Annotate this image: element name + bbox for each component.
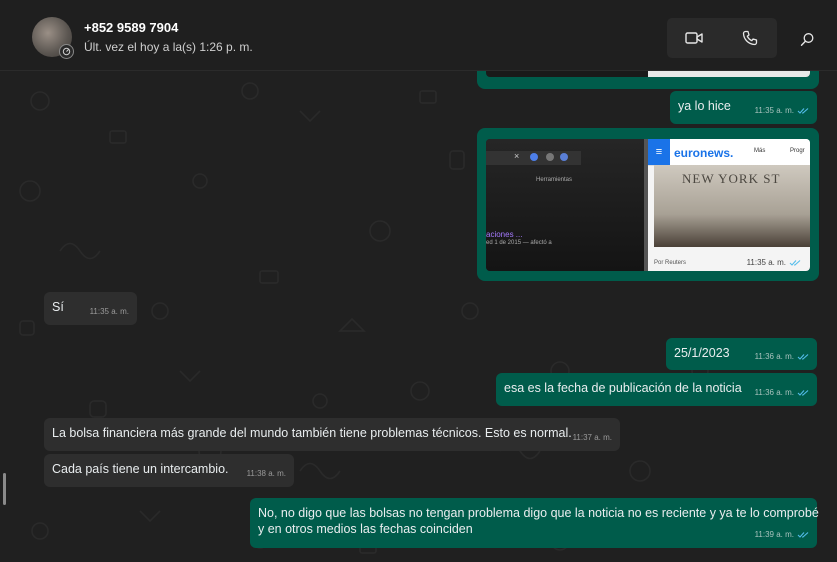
chat-header: +852 9589 7904 Últ. vez el hoy a la(s) 1…: [0, 0, 837, 71]
message-time: 11:39 a. m.: [754, 530, 794, 539]
phone-call-icon: [742, 30, 758, 46]
message-time: 11:35 a. m.: [89, 307, 129, 316]
menu-icon: ≡: [648, 139, 670, 165]
incoming-message[interactable]: La bolsa financiera más grande del mundo…: [44, 418, 620, 451]
message-meta: 11:36 a. m.: [755, 349, 809, 365]
message-time: 11:37 a. m.: [572, 433, 612, 442]
site-menu2-text: Progr: [790, 148, 805, 154]
outgoing-message[interactable]: No, no digo que las bolsas no tengan pro…: [250, 498, 819, 548]
news-photo: NEW YORK ST: [654, 165, 810, 247]
call-buttons-group: [667, 18, 777, 58]
incoming-message[interactable]: Sí 11:35 a. m.: [44, 292, 137, 325]
message-text: esa es la fecha de publicación de la not…: [504, 381, 742, 395]
message-meta: 11:35 a. m.: [90, 304, 129, 320]
status-ring-icon: [59, 44, 74, 59]
message-text: La bolsa financiera más grande del mundo…: [52, 426, 572, 440]
outgoing-message[interactable]: 25/1/2023 11:36 a. m.: [666, 338, 817, 370]
result-link-text: aciones ...: [486, 230, 523, 239]
read-ticks-icon: [789, 259, 801, 266]
outgoing-message[interactable]: ya lo hice 11:35 a. m.: [670, 91, 817, 124]
photo-caption: Por Reuters: [654, 260, 687, 266]
read-ticks-icon: [797, 390, 809, 396]
read-ticks-icon: [797, 108, 809, 114]
message-meta: 11:35 a. m.: [755, 103, 809, 119]
browser-hint-text: Herramientas: [536, 177, 573, 183]
message-time: 11:35 a. m.: [754, 106, 794, 115]
video-call-icon: [685, 32, 703, 44]
message-meta: 11:38 a. m.: [247, 466, 286, 482]
message-meta: 11:37 a. m.: [573, 430, 612, 446]
message-text: Cada país tiene un intercambio.: [52, 462, 229, 476]
outgoing-message[interactable]: esa es la fecha de publicación de la not…: [496, 373, 817, 406]
message-text: Sí: [52, 300, 64, 314]
image-message[interactable]: × Herramientas aciones ... ed 1 de 2015 …: [477, 128, 819, 281]
message-text-line-2: y en otros medios las fechas coinciden: [258, 522, 473, 536]
read-ticks-icon: [797, 532, 809, 538]
photo-sign-text: NEW YORK ST: [682, 171, 781, 186]
message-meta: 11:39 a. m.: [755, 527, 809, 543]
image-thumbnail[interactable]: [486, 71, 810, 77]
site-logo-text: euronews.: [674, 146, 734, 160]
message-text: ya lo hice: [678, 99, 731, 113]
voice-call-button[interactable]: [723, 18, 777, 58]
message-text-line-1: No, no digo que las bolsas no tengan pro…: [258, 506, 819, 520]
scrollbar-thumb[interactable]: [3, 473, 6, 505]
message-time: 11:38 a. m.: [246, 469, 286, 478]
result-snippet-text: ed 1 de 2015 — afectó a: [486, 240, 552, 246]
search-button[interactable]: [792, 24, 822, 54]
incoming-message[interactable]: Cada país tiene un intercambio. 11:38 a.…: [44, 454, 294, 487]
video-call-button[interactable]: [667, 18, 721, 58]
read-ticks-icon: [797, 354, 809, 360]
image-thumbnail[interactable]: × Herramientas aciones ... ed 1 de 2015 …: [486, 139, 810, 271]
contact-name[interactable]: +852 9589 7904: [84, 20, 178, 35]
message-time: 11:36 a. m.: [754, 352, 794, 361]
site-menu-text: Más: [754, 148, 766, 154]
image-message-partial[interactable]: [477, 71, 819, 89]
last-seen-status: Últ. vez el hoy a la(s) 1:26 p. m.: [84, 40, 253, 54]
search-icon: [800, 32, 813, 46]
message-time: 11:36 a. m.: [754, 388, 794, 397]
conversation-area[interactable]: ya lo hice 11:35 a. m. × Herramientas ac…: [0, 71, 837, 562]
image-meta: 11:35 a. m.: [747, 258, 801, 267]
message-time: 11:35 a. m.: [746, 258, 786, 267]
message-text: 25/1/2023: [674, 346, 730, 360]
message-meta: 11:36 a. m.: [755, 385, 809, 401]
